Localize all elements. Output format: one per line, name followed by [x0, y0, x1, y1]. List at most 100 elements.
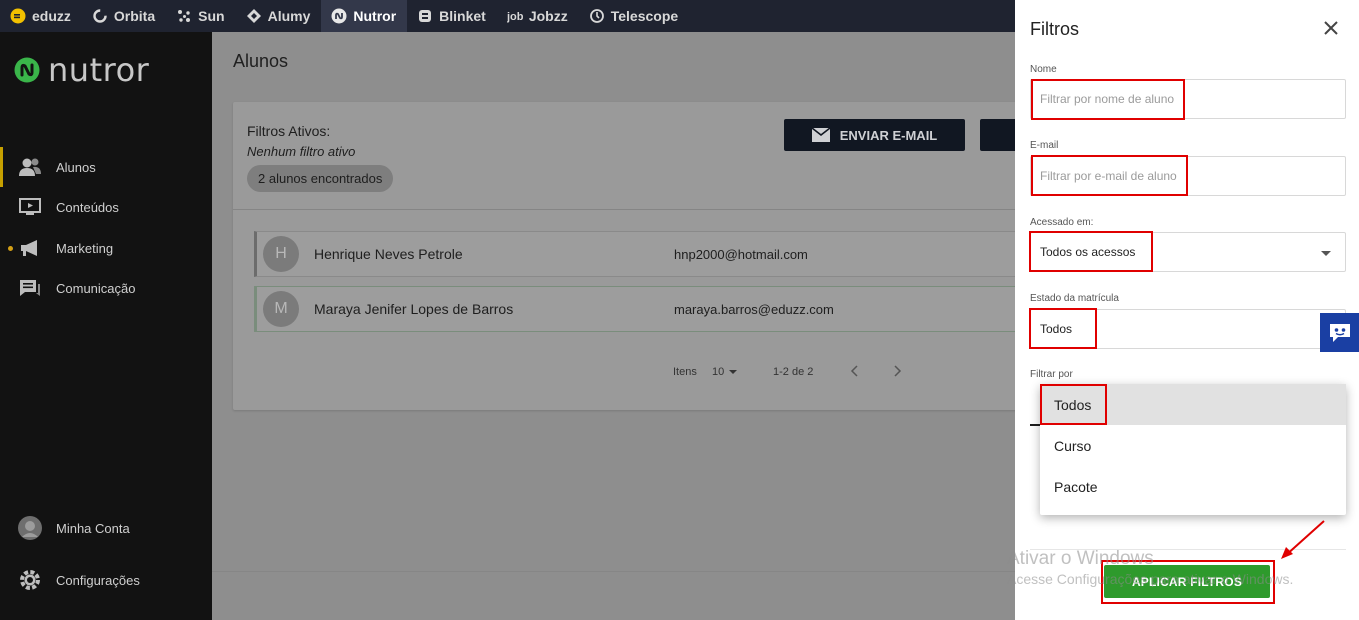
- alumy-icon: [246, 8, 262, 24]
- app-label: Blinket: [439, 8, 486, 24]
- student-name: Henrique Neves Petrole: [314, 246, 463, 262]
- no-filter-text: Nenhum filtro ativo: [247, 144, 356, 159]
- items-per-page-select[interactable]: 10: [712, 366, 738, 378]
- filter-by-label: Filtrar por: [1030, 369, 1073, 380]
- app-orbita[interactable]: Orbita: [82, 0, 166, 32]
- sidebar-item-label: Conteúdos: [56, 199, 119, 215]
- send-email-button[interactable]: ENVIAR E-MAIL: [784, 119, 965, 151]
- students-card: Filtros Ativos: Nenhum filtro ativo 2 al…: [233, 102, 1040, 410]
- sidebar-item-configuracoes[interactable]: Configurações: [0, 560, 212, 600]
- apply-filters-button[interactable]: APLICAR FILTROS: [1104, 565, 1270, 598]
- sidebar-item-label: Configurações: [56, 572, 140, 588]
- accessed-value: Todos os acessos: [1040, 245, 1136, 259]
- accessed-select[interactable]: Todos os acessos: [1030, 232, 1346, 272]
- send-email-label: ENVIAR E-MAIL: [839, 127, 938, 143]
- drawer-title: Filtros: [1030, 19, 1079, 39]
- gear-icon: [18, 568, 42, 592]
- app-jobzz[interactable]: job Jobzz: [497, 0, 579, 32]
- sidebar-item-label: Minha Conta: [56, 520, 130, 536]
- chevron-down-icon: [1321, 251, 1331, 256]
- app-eduzz[interactable]: eduzz: [0, 0, 82, 32]
- chat-bot-icon: [1329, 323, 1350, 342]
- app-nutror[interactable]: Nutror: [321, 0, 408, 32]
- app-label: eduzz: [32, 8, 71, 24]
- student-row[interactable]: M Maraya Jenifer Lopes de Barros maraya.…: [254, 286, 1024, 332]
- chevron-down-icon: [729, 370, 738, 374]
- sidebar-item-label: Marketing: [56, 240, 114, 256]
- sidebar: nutror Alunos Conteúdos Marketing Comuni…: [0, 32, 212, 620]
- jobzz-icon: job: [507, 8, 523, 24]
- filter-option-pacote[interactable]: Pacote: [1040, 466, 1346, 507]
- arrow-annotation-icon: [1281, 520, 1325, 559]
- chat-widget-button[interactable]: [1320, 313, 1359, 352]
- next-page-icon[interactable]: [892, 365, 902, 380]
- status-label: Estado da matrícula: [1030, 293, 1119, 304]
- megaphone-icon: [18, 236, 42, 260]
- email-label: E-mail: [1030, 140, 1059, 151]
- app-telescope[interactable]: Telescope: [579, 0, 689, 32]
- orbita-icon: [92, 8, 108, 24]
- email-field[interactable]: [1030, 156, 1346, 196]
- app-sun[interactable]: Sun: [166, 0, 235, 32]
- svg-text:job: job: [507, 11, 523, 23]
- divider: [233, 209, 1023, 210]
- sidebar-item-comunicacao[interactable]: Comunicação: [0, 268, 212, 308]
- students-icon: [18, 155, 42, 179]
- eduzz-logo-icon: [10, 8, 26, 24]
- nutror-logo-icon: [14, 57, 40, 83]
- app-label: Nutror: [353, 8, 397, 24]
- content-icon: [18, 195, 42, 219]
- email-input[interactable]: [1040, 167, 1330, 185]
- avatar-icon: [18, 516, 42, 540]
- status-select[interactable]: Todos: [1030, 309, 1346, 349]
- student-email: maraya.barros@eduzz.com: [674, 301, 834, 317]
- option-label: Curso: [1054, 437, 1092, 454]
- chat-icon: [18, 276, 42, 300]
- items-per-page-value: 10: [712, 366, 725, 378]
- sidebar-item-marketing[interactable]: Marketing: [0, 228, 212, 268]
- sidebar-item-label: Comunicação: [56, 280, 136, 296]
- active-filters-label: Filtros Ativos:: [247, 123, 331, 139]
- filter-by-dropdown-menu: Todos Curso Pacote: [1040, 384, 1346, 515]
- results-count-chip: 2 alunos encontrados: [247, 165, 394, 192]
- nutror-logo[interactable]: nutror: [14, 54, 149, 86]
- option-label: Todos: [1054, 396, 1092, 413]
- student-name: Maraya Jenifer Lopes de Barros: [314, 301, 514, 317]
- filter-option-todos[interactable]: Todos: [1040, 384, 1346, 425]
- app-label: Alumy: [267, 8, 311, 24]
- telescope-icon: [589, 8, 605, 24]
- blinket-icon: [417, 8, 433, 24]
- name-input[interactable]: [1040, 90, 1330, 108]
- sidebar-item-minha-conta[interactable]: Minha Conta: [0, 508, 212, 548]
- prev-page-icon[interactable]: [850, 365, 860, 380]
- filter-option-curso[interactable]: Curso: [1040, 425, 1346, 466]
- sidebar-item-alunos[interactable]: Alunos: [0, 147, 212, 187]
- app-alumy[interactable]: Alumy: [236, 0, 322, 32]
- logo-text: nutror: [48, 51, 150, 89]
- student-row[interactable]: H Henrique Neves Petrole hnp2000@hotmail…: [254, 231, 1024, 277]
- app-blinket[interactable]: Blinket: [407, 0, 497, 32]
- name-field[interactable]: [1030, 79, 1346, 119]
- sidebar-item-label: Alunos: [56, 159, 96, 175]
- items-per-page-label: Itens: [673, 366, 697, 378]
- option-label: Pacote: [1054, 478, 1098, 495]
- app-label: Sun: [198, 8, 225, 24]
- filters-drawer: Filtros Nome E-mail Acessado em: Todos o…: [1015, 0, 1359, 620]
- accessed-label: Acessado em:: [1030, 217, 1094, 228]
- app-label: Orbita: [113, 8, 156, 24]
- name-label: Nome: [1030, 64, 1057, 75]
- sun-icon: [176, 8, 192, 24]
- status-value: Todos: [1040, 322, 1073, 336]
- mail-icon: [811, 128, 830, 142]
- student-avatar: H: [263, 236, 299, 272]
- app-label: Telescope: [610, 8, 679, 24]
- close-icon[interactable]: [1320, 17, 1342, 39]
- student-email: hnp2000@hotmail.com: [674, 246, 808, 262]
- footer-divider: [212, 571, 1015, 572]
- app-label: Jobzz: [528, 8, 568, 24]
- pagination-range: 1-2 de 2: [773, 366, 814, 378]
- sidebar-item-conteudos[interactable]: Conteúdos: [0, 187, 212, 227]
- page-title: Alunos: [233, 51, 289, 71]
- main-content: Alunos Filtros Ativos: Nenhum filtro ati…: [212, 32, 1040, 620]
- student-avatar: M: [263, 291, 299, 327]
